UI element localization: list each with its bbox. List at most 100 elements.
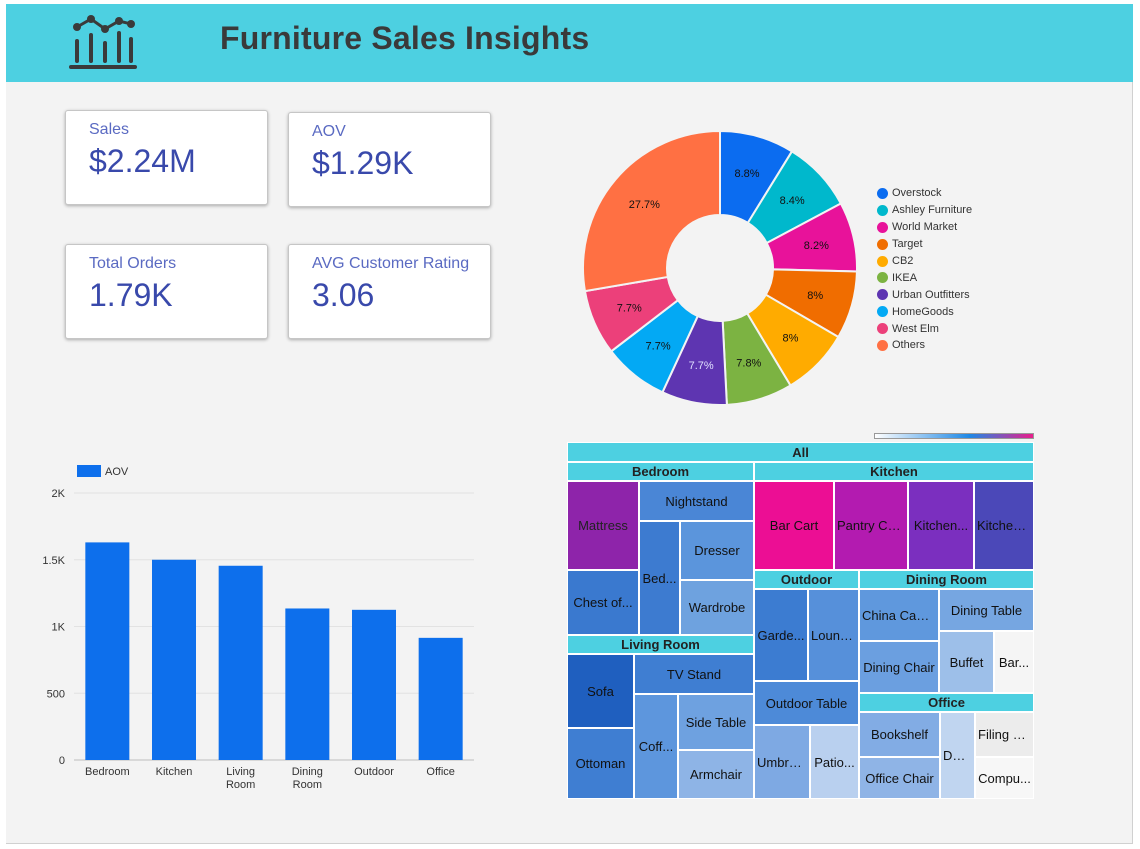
- treemap-cell[interactable]: Bookshelf: [859, 712, 940, 757]
- treemap-cell[interactable]: Garde...: [754, 589, 808, 681]
- treemap-cell[interactable]: Desk: [940, 712, 975, 799]
- treemap-cell[interactable]: China Cabi...: [859, 589, 939, 641]
- treemap-cell[interactable]: Office Chair: [859, 757, 940, 799]
- donut-slice-label: 7.7%: [617, 303, 642, 315]
- treemap-cell[interactable]: Bed...: [639, 521, 680, 635]
- treemap-group-label: Dining Room: [906, 572, 987, 587]
- treemap-cell[interactable]: Sofa: [567, 654, 634, 728]
- treemap-cell[interactable]: Chest of...: [567, 570, 639, 635]
- legend-dot-icon: [877, 323, 888, 335]
- treemap-cell[interactable]: Bar...: [994, 631, 1034, 693]
- legend-item[interactable]: Others: [877, 337, 972, 354]
- treemap-cell[interactable]: Loung...: [808, 589, 859, 681]
- treemap-cell[interactable]: Compu...: [975, 757, 1034, 799]
- treemap-cell-label: Loung...: [811, 627, 858, 643]
- legend-label: Ashley Furniture: [892, 204, 973, 217]
- x-tick-label: Room: [293, 779, 322, 791]
- treemap-cell-label: Kitchen...: [913, 518, 969, 533]
- treemap-cell[interactable]: Nightstand: [639, 481, 754, 521]
- kpi-card-aov: AOV $1.29K: [288, 112, 491, 207]
- legend-dot-icon: [877, 221, 888, 233]
- treemap-cell[interactable]: Dining Table: [939, 589, 1034, 631]
- treemap-color-scale: [874, 433, 1034, 439]
- kpi-label: Total Orders: [89, 255, 177, 272]
- treemap-cell-label: Dining Chair: [863, 659, 935, 675]
- treemap-group-header[interactable]: Outdoor: [754, 570, 859, 589]
- treemap-group-header[interactable]: All: [567, 442, 1034, 462]
- legend-item[interactable]: Overstock: [877, 185, 972, 202]
- bar-living-room[interactable]: [218, 565, 263, 760]
- treemap-cell[interactable]: Mattress: [567, 481, 639, 570]
- page-title: Furniture Sales Insights: [220, 20, 590, 56]
- aov-bar-chart[interactable]: 05001K1.5K2KBedroom Kitchen LivingRoomDini…: [26, 454, 486, 794]
- legend-dot-icon: [877, 204, 888, 216]
- bar-office[interactable]: [418, 637, 463, 760]
- x-tick-label: Room: [226, 779, 255, 791]
- treemap-cell-label: Desk: [943, 748, 973, 763]
- legend-item[interactable]: CB2: [877, 253, 972, 270]
- category-treemap[interactable]: All Bedroom Kitchen Mattress Nightstand Bed..…: [567, 442, 1034, 799]
- treemap-cell-label: Side Table: [685, 714, 747, 730]
- legend-item[interactable]: World Market: [877, 219, 972, 236]
- bar-dining-room[interactable]: [285, 608, 330, 760]
- dashboard-canvas: Furniture Sales Insights Sales $2.24M AO…: [6, 4, 1133, 844]
- legend-item[interactable]: Ashley Furniture: [877, 202, 972, 219]
- treemap-cell[interactable]: Wardrobe: [680, 580, 754, 635]
- kpi-value: 1.79K: [89, 277, 173, 313]
- treemap-cell[interactable]: Side Table: [678, 694, 754, 750]
- y-tick-label: 1K: [52, 622, 66, 634]
- treemap-cell-label: Mattress: [578, 518, 628, 533]
- legend-item[interactable]: Target: [877, 236, 972, 253]
- legend-dot-icon: [877, 238, 888, 250]
- bar-bedroom[interactable]: [85, 542, 130, 760]
- treemap-group-label: Bedroom: [631, 464, 690, 479]
- treemap-cell[interactable]: Kitchen...: [908, 481, 974, 570]
- treemap-cell[interactable]: Buffet: [939, 631, 994, 693]
- treemap-cell-label: Office Chair: [865, 770, 934, 786]
- treemap-cell-label: Patio...: [814, 754, 855, 770]
- legend-item[interactable]: Urban Outfitters: [877, 286, 972, 303]
- treemap-cell-label: Bed...: [642, 570, 677, 586]
- legend-item[interactable]: HomeGoods: [877, 303, 972, 320]
- kpi-label: AVG Customer Rating: [312, 255, 470, 272]
- x-tick-label: Kitchen: [156, 766, 193, 778]
- treemap-cell[interactable]: Patio...: [810, 725, 859, 799]
- treemap-group-header[interactable]: Office: [859, 693, 1034, 712]
- treemap-cell[interactable]: Dining Chair: [859, 641, 939, 693]
- y-tick-label: 500: [47, 688, 65, 700]
- treemap-cell[interactable]: Armchair: [678, 750, 754, 799]
- bar-outdoor[interactable]: [352, 609, 396, 760]
- legend-dot-icon: [877, 272, 888, 284]
- kpi-card-total-orders: Total Orders 1.79K: [65, 244, 268, 339]
- legend-label: HomeGoods: [892, 305, 954, 318]
- bar-kitchen[interactable]: [152, 559, 196, 760]
- treemap-cell-label: Nightstand: [665, 493, 728, 509]
- treemap-group-header[interactable]: Kitchen: [754, 462, 1034, 481]
- x-tick-label: Dining: [292, 766, 323, 778]
- legend-item[interactable]: IKEA: [877, 269, 972, 286]
- legend-dot-icon: [877, 339, 888, 351]
- retailer-donut-chart[interactable]: 8.8% 8.4% 8.2% 8% 8% 7.8% 7.7% 7.7% 7.7% 27.7%: [582, 129, 858, 406]
- x-tick-label: Office: [426, 766, 455, 778]
- treemap-group-header[interactable]: Bedroom: [567, 462, 754, 481]
- legend-label: West Elm: [892, 322, 939, 335]
- legend-item[interactable]: West Elm: [877, 320, 972, 337]
- y-tick-label: 1.5K: [42, 555, 65, 567]
- y-tick-label: 0: [59, 755, 65, 767]
- treemap-group-header[interactable]: Dining Room: [859, 570, 1034, 589]
- treemap-group-header[interactable]: Living Room: [567, 635, 754, 654]
- treemap-cell[interactable]: Kitchen...: [974, 481, 1034, 570]
- treemap-cell[interactable]: Ottoman: [567, 728, 634, 799]
- treemap-cell[interactable]: Dresser: [680, 521, 754, 580]
- treemap-cell[interactable]: Pantry Ca...: [834, 481, 908, 570]
- treemap-group-label: Office: [928, 695, 965, 710]
- treemap-cell[interactable]: Filing C...: [975, 712, 1034, 757]
- treemap-cell[interactable]: TV Stand: [634, 654, 754, 694]
- treemap-cell[interactable]: Umbrella: [754, 725, 810, 799]
- treemap-cell-label: Wardrobe: [688, 600, 746, 615]
- treemap-cell[interactable]: Coff...: [634, 694, 678, 799]
- donut-slice-label: 8.4%: [780, 195, 805, 207]
- treemap-cell[interactable]: Bar Cart: [754, 481, 834, 570]
- treemap-cell[interactable]: Outdoor Table: [754, 681, 859, 725]
- legend-dot-icon: [877, 187, 888, 199]
